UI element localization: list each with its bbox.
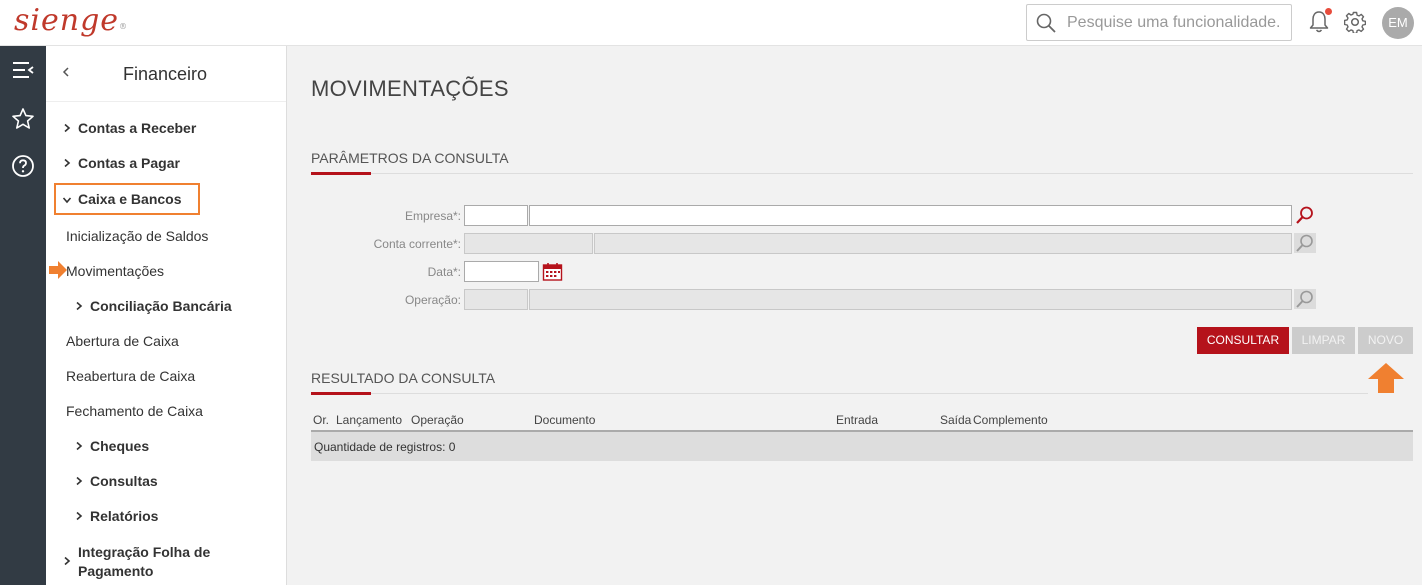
- operacao-lookup-search-icon[interactable]: [1294, 289, 1316, 309]
- operacao-code-input[interactable]: [464, 289, 528, 310]
- help-icon[interactable]: [11, 154, 35, 178]
- operacao-label: Operação:: [404, 293, 461, 307]
- chevron-down-icon: [62, 197, 72, 204]
- column-header-operacao[interactable]: Operação: [411, 413, 464, 427]
- sidebar: Financeiro Contas a Receber Contas a Pag…: [46, 46, 287, 585]
- records-count-row: Quantidade de registros: 0: [311, 432, 1413, 461]
- back-chevron-icon[interactable]: [60, 64, 72, 80]
- chevron-right-icon: [64, 123, 71, 133]
- conta-corrente-label: Conta corrente*:: [373, 237, 461, 251]
- sidebar-item-abertura-de-caixa[interactable]: Abertura de Caixa: [66, 333, 179, 349]
- search-box[interactable]: Pesquise uma funcionalidade.: [1026, 4, 1292, 41]
- conta-corrente-name-input[interactable]: [594, 233, 1292, 254]
- results-divider: [311, 393, 1368, 394]
- sidebar-item-movimentacoes[interactable]: Movimentações: [66, 263, 164, 279]
- chevron-right-icon: [64, 556, 71, 566]
- empresa-label: Empresa*:: [404, 209, 461, 223]
- column-header-documento[interactable]: Documento: [534, 413, 595, 427]
- arrow-right-icon: [49, 261, 67, 279]
- conta-corrente-code-input[interactable]: [464, 233, 593, 254]
- params-divider: [311, 173, 1413, 174]
- avatar[interactable]: EM: [1382, 7, 1414, 39]
- notification-dot: [1325, 8, 1332, 15]
- column-header-entrada[interactable]: Entrada: [836, 413, 878, 427]
- calendar-icon[interactable]: [542, 262, 563, 282]
- operacao-name-input[interactable]: [529, 289, 1292, 310]
- params-section-title: PARÂMETROS DA CONSULTA: [311, 150, 509, 166]
- consultar-button[interactable]: CONSULTAR: [1197, 327, 1289, 354]
- novo-button[interactable]: NOVO: [1358, 327, 1413, 354]
- sidebar-item-integracao-folha[interactable]: Integração Folha de Pagamento: [62, 543, 210, 581]
- chevron-right-icon: [64, 158, 71, 168]
- chevron-right-icon: [76, 476, 83, 486]
- chevron-right-icon: [76, 511, 83, 521]
- star-icon[interactable]: [11, 107, 35, 131]
- data-label: Data*:: [427, 265, 461, 279]
- column-header-saida[interactable]: Saída: [940, 413, 971, 427]
- sidebar-item-consultas[interactable]: Consultas: [74, 473, 158, 489]
- sidebar-item-relatorios[interactable]: Relatórios: [74, 508, 158, 524]
- sidebar-item-reabertura-de-caixa[interactable]: Reabertura de Caixa: [66, 368, 195, 384]
- sidebar-item-inicializacao-de-saldos[interactable]: Inicialização de Saldos: [66, 228, 208, 244]
- column-header-complemento[interactable]: Complemento: [973, 413, 1048, 427]
- sienge-logo[interactable]: sienge®: [14, 4, 128, 38]
- icon-rail: [0, 46, 46, 585]
- chevron-right-icon: [76, 301, 83, 311]
- column-header-lancamento[interactable]: Lançamento: [336, 413, 402, 427]
- chevron-right-icon: [76, 441, 83, 451]
- sidebar-title: Financeiro: [123, 64, 208, 84]
- empresa-name-input[interactable]: [529, 205, 1292, 226]
- page-title: MOVIMENTAÇÕES: [311, 76, 509, 101]
- sidebar-item-conciliacao-bancaria[interactable]: Conciliação Bancária: [74, 298, 232, 314]
- results-section-title: RESULTADO DA CONSULTA: [311, 370, 496, 386]
- empresa-lookup-search-icon[interactable]: [1294, 205, 1316, 225]
- data-input[interactable]: [464, 261, 539, 282]
- empresa-code-input[interactable]: [464, 205, 528, 226]
- search-icon: [1036, 13, 1056, 33]
- sidebar-header: Financeiro: [46, 46, 286, 102]
- conta-corrente-lookup-search-icon[interactable]: [1294, 233, 1316, 253]
- sidebar-item-contas-a-receber[interactable]: Contas a Receber: [62, 120, 196, 136]
- sidebar-item-caixa-e-bancos[interactable]: Caixa e Bancos: [62, 191, 182, 207]
- arrow-up-icon: [1368, 363, 1404, 393]
- params-accent: [311, 172, 371, 175]
- search-input[interactable]: Pesquise uma funcionalidade.: [1067, 14, 1280, 32]
- column-header-or[interactable]: Or.: [313, 413, 329, 427]
- limpar-button[interactable]: LIMPAR: [1292, 327, 1355, 354]
- gear-icon[interactable]: [1344, 11, 1366, 33]
- sidebar-item-cheques[interactable]: Cheques: [74, 438, 149, 454]
- menu-collapse-icon[interactable]: [11, 58, 35, 82]
- top-bar: sienge® Pesquise uma funcionalidade. EM: [0, 0, 1422, 46]
- sidebar-item-fechamento-de-caixa[interactable]: Fechamento de Caixa: [66, 403, 203, 419]
- sidebar-item-contas-a-pagar[interactable]: Contas a Pagar: [62, 155, 180, 171]
- records-count: Quantidade de registros: 0: [314, 440, 456, 454]
- results-accent: [311, 392, 371, 395]
